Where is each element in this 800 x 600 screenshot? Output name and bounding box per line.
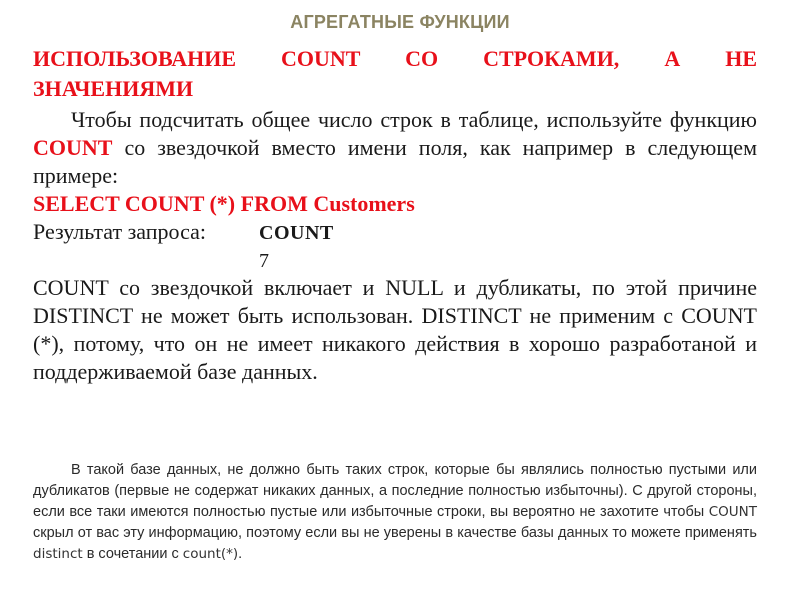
intro-paragraph: Чтобы подсчитать общее число строк в таб… — [33, 106, 757, 190]
result-cell-value: 7 — [259, 250, 269, 272]
result-label: Результат запроса: — [33, 219, 207, 244]
note-text-2: скрыл от вас эту информацию, поэтому есл… — [33, 525, 757, 541]
intro-text-2: со звездочкой вместо имени поля, как нап… — [33, 135, 757, 188]
result-column-header: COUNT — [259, 222, 334, 244]
note-keyword-distinct: distinct — [33, 546, 83, 562]
note-paragraph: В такой базе данных, не должно быть таки… — [33, 460, 757, 565]
note-text-3: в сочетании с — [82, 546, 183, 562]
explanation-paragraph: COUNT со звездочкой включает и NULL и ду… — [33, 275, 757, 384]
count-keyword: COUNT — [33, 135, 113, 160]
note-text-1: В такой базе данных, не должно быть таки… — [33, 462, 757, 520]
main-content: ИСПОЛЬЗОВАНИЕ COUNT СО СТРОКАМИ, А НЕ ЗН… — [33, 44, 757, 386]
result-table: COUNT 7 — [259, 220, 334, 274]
note-text: В такой базе данных, не должно быть таки… — [33, 460, 757, 565]
note-keyword-count: COUNT — [708, 504, 757, 520]
sql-query: SELECT COUNT (*) FROM Customers — [33, 191, 415, 216]
intro-text-1: Чтобы подсчитать общее число строк в таб… — [71, 107, 757, 132]
query-result: Результат запроса: COUNT 7 — [33, 218, 757, 274]
note-keyword-count-star: count(*) — [182, 546, 239, 562]
note-text-4: . — [238, 546, 243, 562]
section-heading: ИСПОЛЬЗОВАНИЕ COUNT СО СТРОКАМИ, А НЕ ЗН… — [33, 46, 757, 101]
slide-title: АГРЕГАТНЫЕ ФУНКЦИИ — [290, 12, 510, 32]
